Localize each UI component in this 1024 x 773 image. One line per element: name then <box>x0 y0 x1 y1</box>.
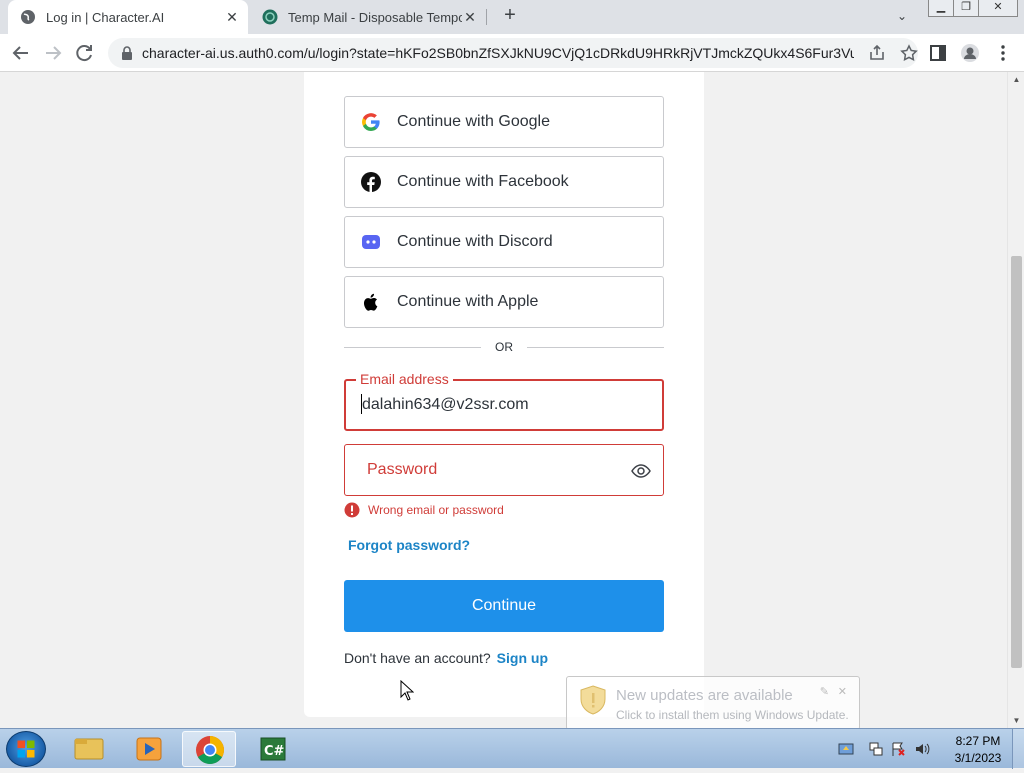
close-notification-icon[interactable]: ✕ <box>838 685 847 698</box>
forward-icon[interactable] <box>42 43 64 63</box>
signup-row: Don't have an account? Sign up <box>344 650 548 666</box>
media-player-icon <box>136 737 162 761</box>
explorer-icon <box>74 738 104 760</box>
login-card: Continue with Google Continue with Faceb… <box>304 72 704 717</box>
tab-separator <box>486 9 487 25</box>
shield-warning-icon <box>580 685 606 715</box>
reload-icon[interactable] <box>74 43 96 63</box>
signup-link[interactable]: Sign up <box>497 650 548 666</box>
address-bar[interactable]: character-ai.us.auth0.com/u/login?state=… <box>108 38 918 68</box>
continue-with-discord-button[interactable]: Continue with Discord <box>344 216 664 268</box>
scrollbar-thumb[interactable] <box>1011 256 1022 668</box>
network-icon[interactable] <box>868 741 884 757</box>
show-password-eye-icon[interactable] <box>631 461 651 481</box>
continue-with-facebook-button[interactable]: Continue with Facebook <box>344 156 664 208</box>
notification-subtitle: Click to install them using Windows Upda… <box>616 708 849 722</box>
forgot-password-link[interactable]: Forgot password? <box>348 537 470 553</box>
close-tab-icon[interactable]: ✕ <box>224 9 240 26</box>
taskbar-media-player[interactable] <box>122 731 176 767</box>
tab-title: Temp Mail - Disposable Tempora <box>288 9 462 25</box>
svg-text:C#: C# <box>264 744 285 759</box>
taskbar-csharp[interactable]: C# <box>246 731 300 767</box>
chrome-icon <box>196 736 224 764</box>
windows-update-tray-icon[interactable] <box>838 741 854 757</box>
pin-icon[interactable]: ✎ <box>820 685 829 698</box>
volume-icon[interactable] <box>914 741 930 757</box>
mouse-cursor-icon <box>400 680 414 701</box>
error-icon <box>344 502 360 518</box>
lock-icon[interactable] <box>120 46 134 60</box>
error-message: Wrong email or password <box>344 502 504 518</box>
signup-prompt: Don't have an account? <box>344 650 491 666</box>
discord-icon <box>362 235 380 249</box>
error-text: Wrong email or password <box>368 503 504 517</box>
windows-logo-icon <box>17 740 35 758</box>
tab-strip: Log in | Character.AI ✕ Temp Mail - Disp… <box>0 0 1024 34</box>
system-tray: 8:27 PM 3/1/2023 <box>834 729 1024 769</box>
clock-time[interactable]: 8:27 PM <box>948 734 1008 748</box>
tab-character-ai-login[interactable]: Log in | Character.AI ✕ <box>8 0 248 34</box>
or-divider: OR <box>344 339 664 355</box>
temp-mail-icon <box>262 9 278 25</box>
email-field[interactable]: Email address dalahin634@v2ssr.com <box>344 371 664 431</box>
social-label: Continue with Discord <box>397 233 553 250</box>
email-label: Email address <box>356 371 453 387</box>
page-viewport: Continue with Google Continue with Faceb… <box>0 72 1024 728</box>
password-field[interactable]: Password <box>344 444 664 496</box>
toolbar: character-ai.us.auth0.com/u/login?state=… <box>0 34 1024 72</box>
continue-with-google-button[interactable]: Continue with Google <box>344 96 664 148</box>
profile-icon[interactable] <box>960 43 980 63</box>
windows-update-notification[interactable]: New updates are available Click to insta… <box>566 676 860 730</box>
social-label: Continue with Apple <box>397 293 539 310</box>
apple-icon <box>363 293 378 311</box>
tab-title: Log in | Character.AI <box>46 9 165 25</box>
page-scrollbar[interactable]: ▲ ▼ <box>1007 72 1024 728</box>
clock-date[interactable]: 3/1/2023 <box>948 751 1008 765</box>
email-value[interactable]: dalahin634@v2ssr.com <box>362 396 529 414</box>
password-placeholder: Password <box>367 461 438 478</box>
windows-taskbar: C# 8:27 PM 3/1/2023 <box>0 728 1024 769</box>
notification-title: New updates are available <box>616 687 793 704</box>
start-button[interactable] <box>6 731 46 767</box>
tab-temp-mail[interactable]: Temp Mail - Disposable Tempora ✕ <box>250 0 486 34</box>
share-icon[interactable] <box>868 44 886 62</box>
restore-button[interactable]: ❐ <box>953 0 979 17</box>
close-tab-icon[interactable]: ✕ <box>462 9 478 26</box>
taskbar-explorer[interactable] <box>62 731 116 767</box>
facebook-icon <box>361 172 381 192</box>
side-panel-icon[interactable] <box>928 43 948 63</box>
bookmark-star-icon[interactable] <box>900 44 918 62</box>
back-icon[interactable] <box>10 43 32 63</box>
scroll-down-arrow-icon[interactable]: ▼ <box>1008 716 1024 725</box>
globe-icon <box>21 10 35 24</box>
taskbar-chrome[interactable] <box>182 731 236 767</box>
google-icon <box>362 113 380 131</box>
divider-text: OR <box>495 340 513 354</box>
show-desktop-button[interactable] <box>1012 729 1024 769</box>
minimize-button[interactable]: ▁ <box>928 0 954 17</box>
action-center-flag-icon[interactable] <box>890 741 906 757</box>
continue-with-apple-button[interactable]: Continue with Apple <box>344 276 664 328</box>
csharp-icon: C# <box>260 737 286 761</box>
scroll-up-arrow-icon[interactable]: ▲ <box>1008 75 1024 84</box>
new-tab-button[interactable]: + <box>500 5 520 26</box>
social-label: Continue with Google <box>397 113 550 130</box>
social-label: Continue with Facebook <box>397 173 569 190</box>
window-close-button[interactable]: ✕ <box>978 0 1018 17</box>
menu-kebab-icon[interactable] <box>993 43 1013 63</box>
tab-search-icon[interactable]: ⌄ <box>897 9 907 23</box>
url-text[interactable]: character-ai.us.auth0.com/u/login?state=… <box>142 45 854 61</box>
continue-button[interactable]: Continue <box>344 580 664 632</box>
